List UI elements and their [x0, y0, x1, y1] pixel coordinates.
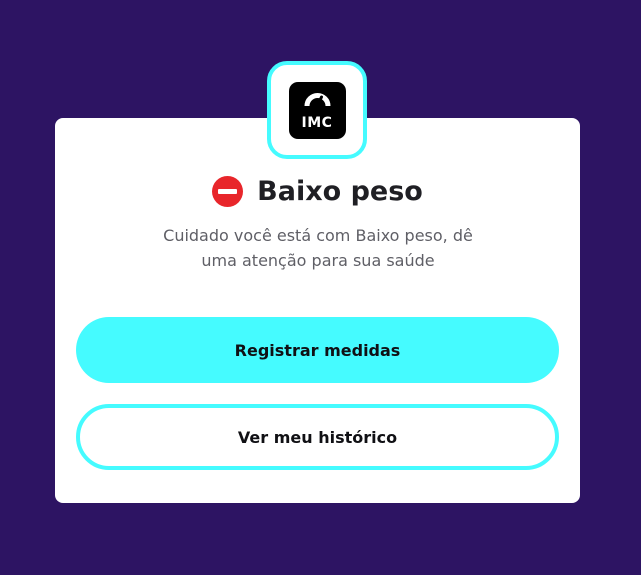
- logo-badge: IMC: [288, 81, 346, 139]
- status-message: Cuidado você está com Baixo peso, dê uma…: [163, 226, 473, 270]
- status-title: Baixo peso: [257, 175, 423, 207]
- status-header: Baixo peso: [55, 172, 580, 210]
- logo-text: IMC: [301, 114, 333, 131]
- gauge-icon: [304, 92, 330, 107]
- app-logo: IMC: [267, 61, 367, 159]
- view-history-button[interactable]: Ver meu histórico: [76, 404, 559, 470]
- register-measurements-button[interactable]: Registrar medidas: [76, 317, 559, 383]
- no-entry-icon: [212, 175, 244, 207]
